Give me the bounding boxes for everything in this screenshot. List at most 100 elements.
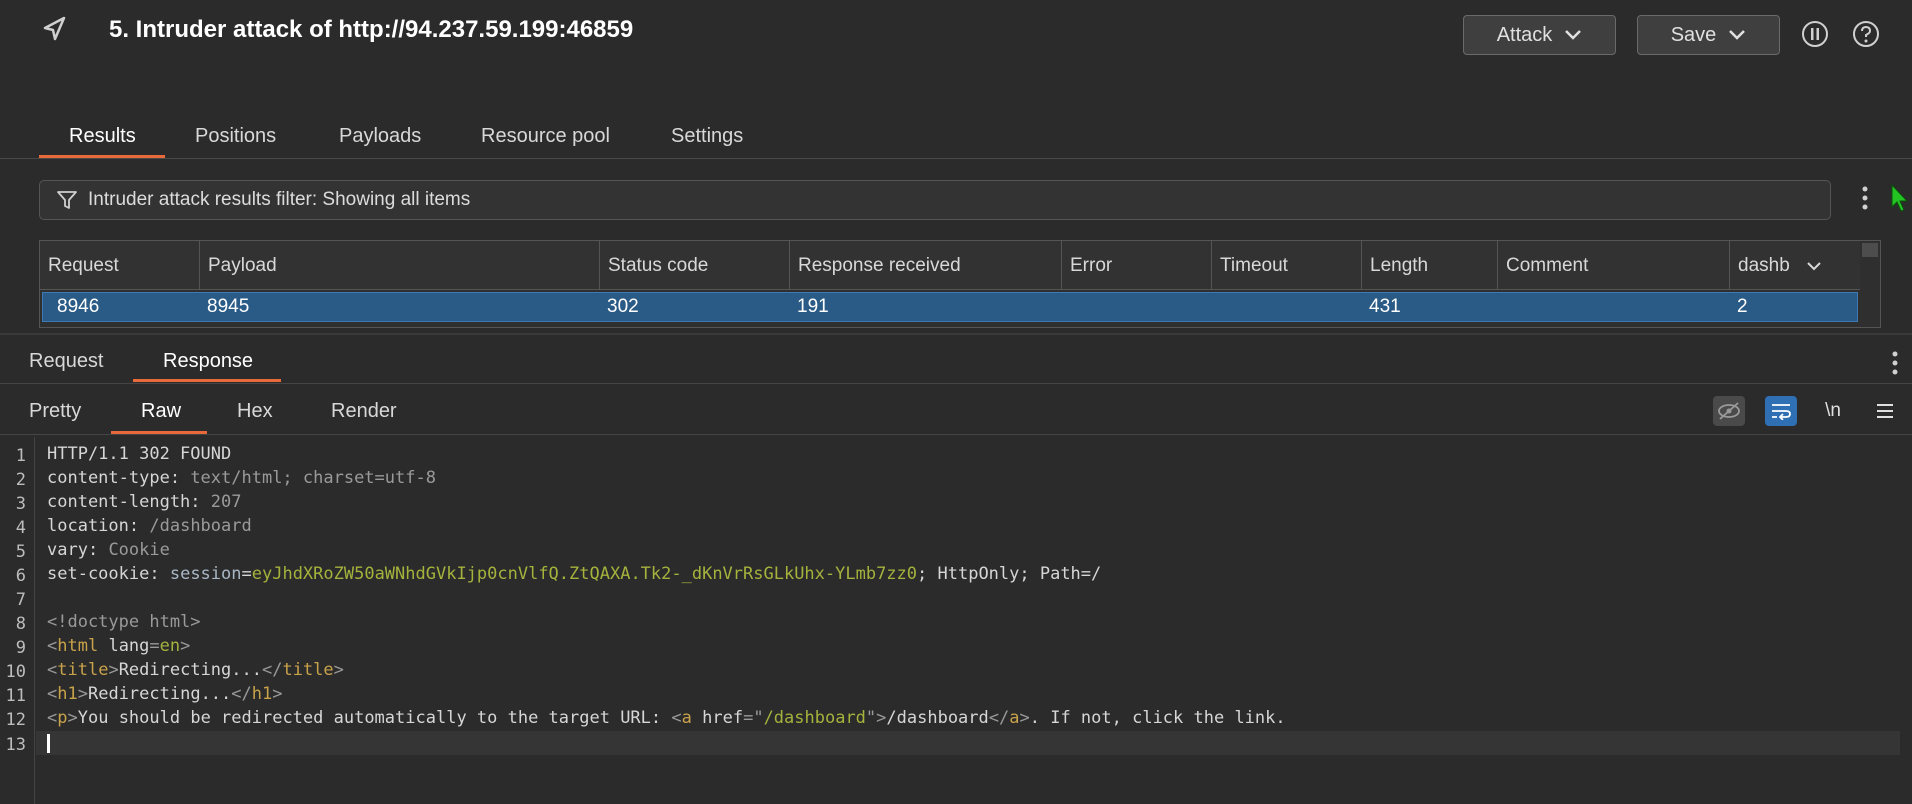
cell-response-received: 191	[797, 296, 829, 317]
tab-positions[interactable]: Positions	[195, 125, 276, 148]
column-header-comment[interactable]: Comment	[1498, 241, 1730, 290]
code-line: <p>You should be redirected automaticall…	[47, 708, 1286, 728]
cell-error	[1055, 293, 1069, 321]
scrollbar-thumb[interactable]	[1862, 243, 1878, 257]
column-header-status-code[interactable]: Status code	[600, 241, 790, 290]
header-name: content-length	[47, 492, 191, 512]
table-header: Request Payload Status code Response rec…	[40, 241, 1860, 290]
menu-icon[interactable]	[1869, 396, 1901, 426]
tab-settings[interactable]: Settings	[671, 125, 743, 148]
pause-icon[interactable]	[1800, 19, 1830, 49]
column-header-dashb-label: dashb	[1738, 254, 1790, 276]
code-line: <!doctype html>	[47, 610, 201, 634]
cell-length: 431	[1369, 296, 1401, 317]
line-number: 13	[5, 735, 26, 755]
cell-request: 8946	[57, 296, 100, 317]
cell-status-code: 302	[607, 296, 639, 317]
tab-pretty[interactable]: Pretty	[29, 400, 81, 423]
line-number: 8	[15, 614, 26, 634]
column-header-dashb[interactable]: dashb	[1730, 241, 1860, 290]
cookie-flags: ; HttpOnly; Path=/	[917, 564, 1102, 584]
help-icon[interactable]	[1851, 19, 1881, 49]
tab-raw[interactable]: Raw	[141, 400, 181, 423]
table-scrollbar[interactable]	[1860, 241, 1880, 327]
active-tab-indicator	[133, 379, 281, 382]
cookie-name: session	[169, 564, 242, 584]
hide-nonprintable-icon[interactable]	[1713, 396, 1745, 426]
filter-icon	[57, 191, 77, 209]
cookie-value: eyJhdXRoZW50aWNhdGVkIjp0cnVlfQ.ZtQAXA.Tk…	[251, 564, 918, 584]
code-line: <h1>Redirecting...</h1>	[47, 684, 283, 704]
html-tag: html	[57, 636, 99, 656]
link-text: /dashboard	[886, 708, 989, 728]
href-value: /dashboard	[763, 708, 866, 728]
results-filter-bar[interactable]: Intruder attack results filter: Showing …	[39, 180, 1831, 220]
cell-timeout	[1205, 293, 1219, 321]
sort-chevron-down-icon	[1807, 261, 1821, 270]
active-tab-indicator	[39, 155, 165, 158]
tab-results[interactable]: Results	[69, 125, 136, 148]
tab-hex[interactable]: Hex	[237, 400, 273, 423]
word-wrap-icon[interactable]	[1765, 396, 1797, 426]
line-number: 7	[15, 590, 26, 610]
code-line: content-length: 207	[47, 492, 242, 512]
code-line: <title>Redirecting...</title>	[47, 660, 344, 680]
column-header-payload[interactable]: Payload	[200, 241, 600, 290]
chevron-down-icon	[1729, 30, 1746, 40]
text-caret	[47, 734, 50, 753]
attack-button[interactable]: Attack	[1463, 15, 1616, 55]
tab-payloads[interactable]: Payloads	[339, 125, 421, 148]
header-name: set-cookie	[47, 564, 150, 584]
header-name: location	[47, 516, 129, 536]
column-header-length[interactable]: Length	[1362, 241, 1498, 290]
show-newlines-icon[interactable]: \n	[1817, 396, 1849, 426]
chevron-down-icon	[1565, 30, 1582, 40]
lang-value: en	[159, 636, 181, 656]
response-editor[interactable]: 1 2 3 4 5 6 7 8 9 10 11 12 13 HTTP/1.1 3…	[0, 437, 1912, 804]
page-title: 5. Intruder attack of http://94.237.59.1…	[109, 16, 634, 43]
mouse-cursor-icon	[1891, 183, 1909, 212]
cell-comment	[1491, 293, 1505, 321]
line-number: 11	[5, 686, 26, 706]
h1-text: Redirecting...	[87, 684, 232, 704]
header: 5. Intruder attack of http://94.237.59.1…	[0, 0, 1912, 70]
line-number: 1	[15, 446, 26, 466]
pane-splitter[interactable]	[0, 333, 1912, 335]
tab-resource-pool[interactable]: Resource pool	[481, 125, 610, 148]
code-line: HTTP/1.1 302 FOUND	[47, 442, 231, 466]
title-text: Redirecting...	[118, 660, 262, 680]
header-value: /dashboard	[149, 516, 252, 536]
column-header-response-received[interactable]: Response received	[790, 241, 1062, 290]
tab-response[interactable]: Response	[163, 350, 253, 373]
status-line: HTTP/1.1 302 FOUND	[47, 444, 232, 464]
line-number: 4	[15, 518, 26, 538]
line-number-gutter: 1 2 3 4 5 6 7 8 9 10 11 12 13	[0, 437, 35, 804]
line-number: 12	[5, 710, 26, 730]
column-header-timeout[interactable]: Timeout	[1212, 241, 1362, 290]
column-header-request[interactable]: Request	[40, 241, 200, 290]
results-table: Request Payload Status code Response rec…	[39, 240, 1881, 328]
more-options-icon[interactable]	[1860, 185, 1870, 211]
header-value: 207	[210, 492, 242, 512]
code-line: vary: Cookie	[47, 540, 170, 560]
cell-payload: 8945	[207, 296, 250, 317]
p-text: You should be redirected automatically t…	[77, 708, 672, 728]
header-value: text/html; charset=utf-8	[190, 468, 436, 488]
message-tabs: Request Response	[0, 338, 1912, 384]
more-options-icon[interactable]	[1890, 350, 1900, 376]
line-number: 3	[15, 494, 26, 514]
code-line: content-type: text/html; charset=utf-8	[47, 468, 436, 488]
line-number: 2	[15, 470, 26, 490]
code-line: location: /dashboard	[47, 516, 252, 536]
back-arrow-icon[interactable]	[40, 14, 70, 44]
table-row[interactable]: 8946 8945 302 191 431 2	[42, 292, 1858, 322]
column-header-error[interactable]: Error	[1062, 241, 1212, 290]
header-value: Cookie	[108, 540, 170, 560]
view-mode-tabs: Pretty Raw Hex Render \n	[0, 390, 1912, 435]
tab-render[interactable]: Render	[331, 400, 397, 423]
save-button-label: Save	[1670, 23, 1717, 46]
attack-tabs: Results Positions Payloads Resource pool…	[0, 115, 1912, 159]
save-button[interactable]: Save	[1637, 15, 1780, 55]
attack-button-label: Attack	[1496, 23, 1553, 46]
tab-request[interactable]: Request	[29, 350, 104, 373]
